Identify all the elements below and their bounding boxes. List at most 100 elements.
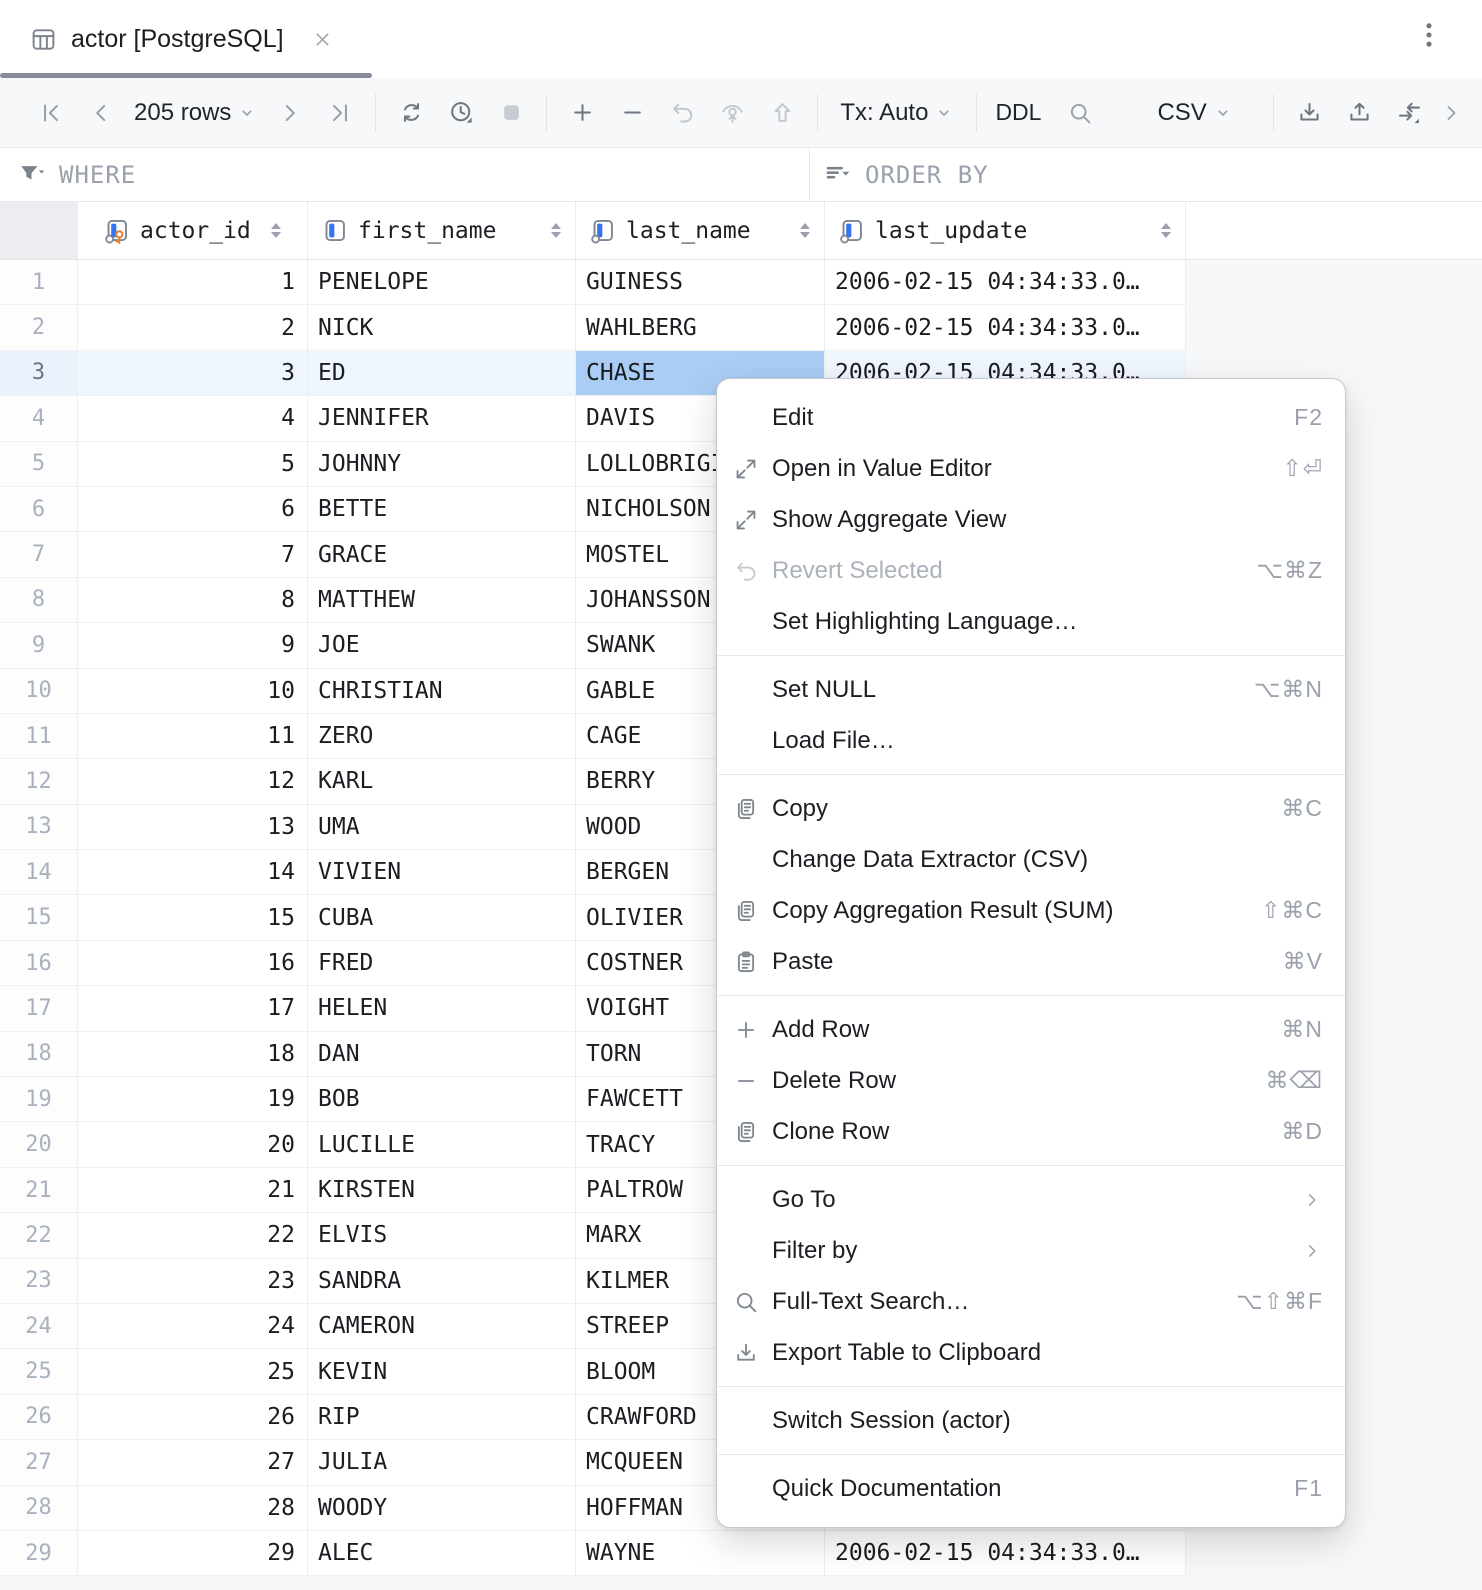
cell-actor-id[interactable]: 25 [78,1349,308,1394]
cell-actor-id[interactable]: 9 [78,623,308,668]
cell-actor-id[interactable]: 13 [78,805,308,850]
cell-actor-id[interactable]: 27 [78,1440,308,1485]
cell-first-name[interactable]: KEVIN [308,1349,576,1394]
cell-first-name[interactable]: ED [308,351,576,396]
cell-actor-id[interactable]: 8 [78,578,308,623]
cell-actor-id[interactable]: 4 [78,396,308,441]
cell-first-name[interactable]: CAMERON [308,1304,576,1349]
cell-first-name[interactable]: GRACE [308,532,576,577]
menu-item-quick-documentation[interactable]: Quick DocumentationF1 [717,1463,1345,1514]
sort-arrows-icon[interactable] [551,223,561,238]
cell-first-name[interactable]: BETTE [308,487,576,532]
delete-row-icon[interactable] [607,99,657,126]
cell-actor-id[interactable]: 28 [78,1486,308,1531]
ddl-button[interactable]: DDL [987,99,1049,126]
extractor-dropdown[interactable]: CSV [1149,99,1240,127]
menu-item-show-aggregate-view[interactable]: Show Aggregate View [717,494,1345,545]
cell-actor-id[interactable]: 1 [78,260,308,305]
menu-item-switch-session-actor[interactable]: Switch Session (actor) [717,1395,1345,1446]
order-by-filter-input[interactable]: ORDER BY [810,148,1482,201]
compare-icon[interactable] [1384,99,1434,126]
cell-first-name[interactable]: LUCILLE [308,1122,576,1167]
menu-item-change-data-extractor-csv[interactable]: Change Data Extractor (CSV) [717,834,1345,885]
cell-actor-id[interactable]: 7 [78,532,308,577]
cell-actor-id[interactable]: 15 [78,895,308,940]
first-page-icon[interactable] [26,100,76,126]
cell-actor-id[interactable]: 20 [78,1122,308,1167]
sort-arrows-icon[interactable] [1161,223,1171,238]
close-icon[interactable] [312,29,333,50]
menu-item-paste[interactable]: Paste⌘V [717,936,1345,987]
cell-actor-id[interactable]: 16 [78,941,308,986]
menu-item-set-highlighting-language[interactable]: Set Highlighting Language… [717,596,1345,647]
cell-actor-id[interactable]: 19 [78,1077,308,1122]
cell-first-name[interactable]: CHRISTIAN [308,669,576,714]
refresh-icon[interactable] [386,99,436,126]
where-filter-input[interactable]: WHERE [0,148,810,201]
cell-first-name[interactable]: CUBA [308,895,576,940]
cell-actor-id[interactable]: 3 [78,351,308,396]
column-header-first_name[interactable]: first_name [308,202,576,259]
cell-actor-id[interactable]: 6 [78,487,308,532]
cell-last-name[interactable]: WAHLBERG [576,305,825,350]
tx-mode-dropdown[interactable]: Tx: Auto [832,99,962,127]
menu-item-go-to[interactable]: Go To [717,1174,1345,1225]
menu-item-add-row[interactable]: Add Row⌘N [717,1004,1345,1055]
more-chevron-icon[interactable] [1434,101,1468,125]
column-header-last_name[interactable]: last_name [576,202,825,259]
cell-last-name[interactable]: GUINESS [576,260,825,305]
tab-actor-postgresql[interactable]: actor [PostgreSQL] [0,3,333,76]
cell-first-name[interactable]: BOB [308,1077,576,1122]
cell-actor-id[interactable]: 26 [78,1395,308,1440]
add-row-icon[interactable] [557,99,607,126]
last-page-icon[interactable] [315,100,365,126]
next-page-icon[interactable] [265,100,315,126]
cell-actor-id[interactable]: 17 [78,986,308,1031]
cell-first-name[interactable]: KARL [308,759,576,804]
cell-first-name[interactable]: JOE [308,623,576,668]
search-icon[interactable] [1055,100,1105,126]
cell-first-name[interactable]: KIRSTEN [308,1168,576,1213]
menu-item-edit[interactable]: EditF2 [717,392,1345,443]
menu-item-export-table-to-clipboard[interactable]: Export Table to Clipboard [717,1327,1345,1378]
menu-item-set-null[interactable]: Set NULL⌥⌘N [717,664,1345,715]
cell-actor-id[interactable]: 12 [78,759,308,804]
cell-last-update[interactable]: 2006-02-15 04:34:33.0… [825,1531,1186,1576]
previous-page-icon[interactable] [76,100,126,126]
cell-first-name[interactable]: ALEC [308,1531,576,1576]
menu-item-load-file[interactable]: Load File… [717,715,1345,766]
cell-first-name[interactable]: ELVIS [308,1213,576,1258]
cell-first-name[interactable]: FRED [308,941,576,986]
cell-actor-id[interactable]: 23 [78,1259,308,1304]
cell-actor-id[interactable]: 11 [78,714,308,759]
cell-last-update[interactable]: 2006-02-15 04:34:33.0… [825,260,1186,305]
kebab-menu-icon[interactable] [1412,18,1446,52]
menu-item-delete-row[interactable]: Delete Row⌘⌫ [717,1055,1345,1106]
cell-first-name[interactable]: SANDRA [308,1259,576,1304]
menu-item-copy[interactable]: Copy⌘C [717,783,1345,834]
cell-last-name[interactable]: WAYNE [576,1531,825,1576]
cell-first-name[interactable]: ZERO [308,714,576,759]
cell-actor-id[interactable]: 24 [78,1304,308,1349]
cell-first-name[interactable]: JOHNNY [308,442,576,487]
cell-first-name[interactable]: JULIA [308,1440,576,1485]
sort-arrows-icon[interactable] [800,223,810,238]
cell-first-name[interactable]: VIVIEN [308,850,576,895]
cell-actor-id[interactable]: 18 [78,1032,308,1077]
menu-item-copy-aggregation-result-sum[interactable]: Copy Aggregation Result (SUM)⇧⌘C [717,885,1345,936]
cell-first-name[interactable]: DAN [308,1032,576,1077]
download-icon[interactable] [1284,99,1334,126]
page-size-dropdown[interactable]: 205 rows [126,99,265,127]
cell-actor-id[interactable]: 10 [78,669,308,714]
cell-actor-id[interactable]: 14 [78,850,308,895]
column-header-actor_id[interactable]: actor_id [78,202,308,259]
column-header-last_update[interactable]: last_update [825,202,1186,259]
sort-arrows-icon[interactable] [271,223,281,238]
cell-actor-id[interactable]: 29 [78,1531,308,1576]
cell-first-name[interactable]: HELEN [308,986,576,1031]
cell-first-name[interactable]: WOODY [308,1486,576,1531]
schedule-clock-icon[interactable] [436,99,486,126]
cell-first-name[interactable]: PENELOPE [308,260,576,305]
cell-actor-id[interactable]: 2 [78,305,308,350]
cell-actor-id[interactable]: 5 [78,442,308,487]
